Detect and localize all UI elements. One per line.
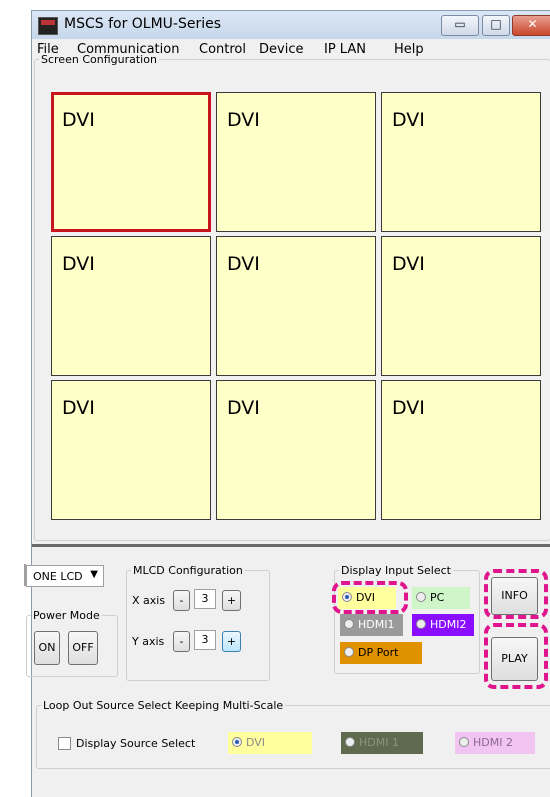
y-axis-decrement-button[interactable]: -: [173, 631, 190, 652]
lcd-mode-value: ONE LCD: [33, 570, 83, 583]
minimize-icon: ▭: [454, 17, 466, 31]
mlcd-configuration-legend: MLCD Configuration: [133, 564, 243, 577]
screen-cell-6[interactable]: DVI: [381, 236, 541, 376]
radio-icon: [416, 592, 426, 602]
panel-divider: [32, 544, 550, 547]
input-hdmi1-radio[interactable]: HDMI1: [340, 614, 403, 636]
screen-cell-label: DVI: [62, 253, 95, 275]
screen-cell-label: DVI: [227, 397, 260, 419]
loop-dvi-radio[interactable]: DVI: [228, 732, 312, 754]
close-button[interactable]: ✕: [512, 15, 550, 36]
app-icon: [38, 17, 58, 35]
chevron-down-icon: ▼: [90, 569, 98, 580]
play-highlight-annotation: [484, 623, 548, 689]
input-pc-label: PC: [430, 591, 445, 604]
screen-cell-label: DVI: [392, 397, 425, 419]
screen-cell-3[interactable]: DVI: [381, 92, 541, 232]
radio-selected-icon: [232, 737, 242, 747]
display-source-select-label: Display Source Select: [76, 737, 196, 750]
maximize-icon: □: [490, 17, 502, 31]
input-pc-radio[interactable]: PC: [412, 587, 470, 609]
screen-cell-label: DVI: [62, 109, 95, 131]
app-window: MSCS for OLMU-Series ▭ □ ✕ File Communic…: [24, 10, 550, 797]
loop-dvi-label: DVI: [246, 736, 266, 749]
loop-hdmi1-label: HDMI 1: [359, 736, 399, 749]
loop-hdmi2-radio[interactable]: HDMI 2: [455, 732, 535, 754]
y-axis-increment-button[interactable]: +: [222, 631, 241, 652]
power-on-button[interactable]: ON: [34, 631, 60, 665]
title-bar: MSCS for OLMU-Series ▭ □ ✕: [32, 11, 550, 39]
radio-icon: [459, 737, 469, 747]
screen-cell-label: DVI: [227, 253, 260, 275]
input-hdmi2-label: HDMI2: [430, 618, 467, 631]
y-axis-value[interactable]: 3: [194, 630, 216, 650]
x-axis-label: X axis: [132, 594, 166, 607]
radio-icon: [344, 619, 354, 629]
window-title: MSCS for OLMU-Series: [64, 16, 222, 32]
screen-cell-2[interactable]: DVI: [216, 92, 376, 232]
loop-hdmi1-radio[interactable]: HDMI 1: [341, 732, 423, 754]
x-axis-value[interactable]: 3: [194, 589, 216, 609]
power-off-button[interactable]: OFF: [68, 631, 98, 665]
input-dp-port-label: DP Port: [358, 646, 399, 659]
maximize-button[interactable]: □: [482, 15, 510, 36]
screen-cell-label: DVI: [392, 253, 425, 275]
x-axis-decrement-button[interactable]: -: [173, 590, 190, 611]
loop-out-source-legend: Loop Out Source Select Keeping Multi-Sca…: [43, 699, 284, 712]
input-hdmi1-label: HDMI1: [358, 618, 395, 631]
radio-icon: [344, 647, 354, 657]
input-dp-port-radio[interactable]: DP Port: [340, 642, 422, 664]
minimize-button[interactable]: ▭: [441, 15, 479, 36]
dvi-highlight-annotation: [332, 581, 408, 614]
screen-cell-9[interactable]: DVI: [381, 380, 541, 520]
screen-cell-5[interactable]: DVI: [216, 236, 376, 376]
lcd-mode-select[interactable]: ONE LCD ▼: [26, 565, 104, 587]
screen-cell-label: DVI: [392, 109, 425, 131]
screen-cell-label: DVI: [62, 397, 95, 419]
y-axis-label: Y axis: [132, 635, 165, 648]
screen-cell-4[interactable]: DVI: [51, 236, 211, 376]
display-input-select-legend: Display Input Select: [341, 564, 451, 577]
x-axis-increment-button[interactable]: +: [222, 590, 241, 611]
mlcd-configuration-group: MLCD Configuration: [126, 564, 270, 681]
screen-grid: DVI DVI DVI DVI DVI DVI DVI DVI DVI: [51, 92, 550, 536]
radio-icon: [416, 619, 426, 629]
close-icon: ✕: [527, 17, 538, 31]
input-hdmi2-radio[interactable]: HDMI2: [412, 614, 474, 636]
radio-icon: [345, 737, 355, 747]
screen-configuration-legend: Screen Configuration: [41, 53, 157, 66]
screen-cell-label: DVI: [227, 109, 260, 131]
display-source-select-checkbox[interactable]: [58, 737, 71, 750]
screen-cell-7[interactable]: DVI: [51, 380, 211, 520]
power-mode-legend: Power Mode: [33, 609, 100, 622]
screen-cell-1[interactable]: DVI: [51, 92, 211, 232]
info-highlight-annotation: [484, 569, 548, 619]
loop-hdmi2-label: HDMI 2: [473, 736, 513, 749]
screen-cell-8[interactable]: DVI: [216, 380, 376, 520]
